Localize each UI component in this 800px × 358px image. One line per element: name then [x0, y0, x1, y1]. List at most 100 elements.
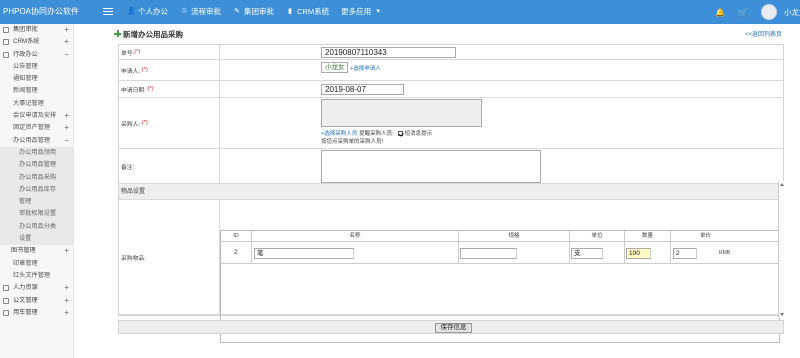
sidebar-item-events[interactable]: 大事记管理 [0, 98, 73, 110]
back-to-list-link[interactable]: <<返回列表页 [745, 29, 782, 38]
item-price-input[interactable]: 2 [673, 248, 697, 259]
item-unit-input[interactable]: 支 [571, 248, 603, 259]
menu-icon [3, 285, 9, 292]
note-textarea[interactable] [321, 150, 541, 183]
select-applicant-link[interactable]: +选择申请人 [350, 64, 381, 72]
form-row-buyer: 采购人: (*) +选择采购人员 提醒采购人员: 短消息提示 按您点采购单的采购… [119, 98, 783, 149]
expand-icon[interactable]: + [64, 122, 69, 134]
sidebar-item-admin-office[interactable]: 行政办公 − [0, 49, 73, 61]
item-spec-input[interactable] [460, 248, 517, 259]
date-label: 申请日期: (*) [119, 81, 220, 97]
page-title: 新增办公用品采购 [123, 30, 183, 39]
sidebar-item-crm[interactable]: CRM系统 + [0, 36, 73, 48]
main-content: 新增办公用品采购 <<返回列表页 单号: (*) 20190807110343 申… [75, 24, 800, 358]
topnav-group-approval[interactable]: ✎ 集团审批 [233, 6, 274, 17]
caret-down-icon: ▾ [376, 7, 380, 15]
form-row-number: 单号: (*) 20190807110343 [119, 45, 783, 60]
menu-icon [3, 309, 9, 316]
col-header-qty: 数量 [625, 231, 671, 241]
note-label: 备注: [119, 149, 220, 183]
sidebar-item-notices[interactable]: 通知管理 [0, 73, 73, 85]
sidebar-item-group-approval[interactable]: 集团审批 + [0, 24, 73, 36]
sms-checkbox[interactable] [397, 131, 403, 136]
expand-icon[interactable]: + [64, 295, 69, 307]
date-input[interactable]: 2019-08-07 [321, 84, 404, 95]
items-scrollbar[interactable] [778, 181, 784, 318]
expand-icon[interactable]: + [64, 24, 69, 36]
number-label: 单号: (*) [119, 45, 220, 59]
top-nav: 👤 个人办公 ♲ 流程审批 ✎ 集团审批 ▮ CRM系统 更多应用 ▾ [127, 6, 382, 17]
col-header-price: 单价 [699, 233, 711, 239]
add-icon [114, 30, 121, 37]
expand-icon[interactable]: + [64, 282, 69, 294]
topnav-more-apps[interactable]: 更多应用 ▾ [341, 6, 382, 17]
table-row: 2 笔 支 100 2 RMB [221, 242, 779, 264]
top-right-tools: 🔔 🛒 小龙女 [715, 0, 800, 24]
sidebar-item-hr[interactable]: 人力资源 + [0, 282, 73, 294]
col-header-spec: 规格 [459, 231, 570, 241]
applicant-label: 申请人: (*) [119, 60, 220, 80]
expand-icon[interactable]: + [64, 245, 69, 257]
items-table-header: ID 名称 规格 单位 数量 单价 [221, 231, 779, 242]
expand-icon[interactable]: + [64, 307, 69, 319]
sidebar-item-documents[interactable]: 公文管理 + [0, 295, 73, 307]
cart-icon[interactable]: 🛒 [738, 8, 748, 17]
menu-icon [3, 51, 9, 58]
sidebar-item-red-docs[interactable]: 红头文件管理 [0, 270, 73, 282]
topnav-crm[interactable]: ▮ CRM系统 [286, 6, 329, 17]
col-header-unit: 单位 [570, 231, 625, 241]
sidebar-item-office-supplies[interactable]: 办公用品管理 − [0, 135, 73, 147]
sidebar-item-supplies-requisition[interactable]: 办公用品领用 [0, 146, 73, 160]
item-id: 2 [234, 249, 238, 256]
menu-icon [3, 39, 9, 46]
sms-label: 短消息提示 [404, 131, 433, 137]
sidebar-item-news[interactable]: 新闻管理 [0, 85, 73, 97]
edit-icon: ✎ [234, 7, 240, 15]
save-button[interactable]: 保存信息 [435, 323, 472, 333]
sidebar-item-supplies-purchase[interactable]: 办公用品采购 [0, 171, 73, 184]
sidebar-item-supplies-stock[interactable]: 办公用品库存 [0, 183, 73, 197]
item-qty-input[interactable]: 100 [626, 248, 651, 259]
item-name-input[interactable]: 笔 [254, 248, 354, 259]
bell-icon[interactable]: 🔔 [715, 8, 725, 17]
menu-toggle-icon[interactable] [103, 6, 113, 16]
user-name[interactable]: 小龙女 [784, 7, 800, 18]
person-icon: 👤 [127, 7, 136, 15]
sidebar-item-approval-permissions[interactable]: 审批权限设置 [0, 208, 73, 221]
sidebar-item-seals[interactable]: 印章管理 [0, 258, 73, 270]
sidebar-item-books[interactable]: 图书管理 + [0, 245, 73, 257]
save-row: 保存信息 [118, 320, 784, 334]
flow-icon: ♲ [180, 7, 188, 15]
sidebar-item-announcements[interactable]: 公告管理 [0, 61, 73, 73]
menu-icon [3, 297, 9, 304]
sidebar-item-supplies-category-cont[interactable]: 设置 [0, 233, 73, 246]
form-row-date: 申请日期: (*) 2019-08-07 [119, 81, 783, 98]
sidebar-item-supplies-management[interactable]: 办公用品管理 [0, 159, 73, 172]
expand-icon[interactable]: + [64, 110, 69, 122]
buyer-hint: 按您点采购单的采购人员! [321, 139, 384, 145]
currency-label: RMB [719, 250, 731, 256]
collapse-icon[interactable]: − [64, 49, 69, 61]
sidebar-item-supplies-category[interactable]: 办公用品分类 [0, 220, 73, 234]
expand-icon[interactable]: + [64, 36, 69, 48]
sidebar-item-supplies-stock-cont[interactable]: 管理 [0, 196, 73, 209]
goods-label: 采购物品: [119, 200, 220, 314]
items-section-header: 物品设置 [119, 184, 783, 200]
collapse-icon[interactable]: − [64, 135, 69, 147]
sidebar-item-fixed-assets[interactable]: 固定资产管理 + [0, 122, 73, 134]
sidebar-item-vehicles[interactable]: 用车管理 + [0, 307, 73, 319]
col-header-id: ID [221, 231, 252, 241]
applicant-input[interactable]: 小龙女 [321, 62, 348, 73]
buyer-textarea[interactable] [321, 99, 482, 127]
avatar[interactable] [761, 4, 777, 20]
number-input[interactable]: 20190807110343 [321, 47, 456, 58]
sidebar: 集团审批 + CRM系统 + 行政办公 − 公告管理 通知管理 新闻管理 大事记管理 … [0, 24, 74, 358]
topnav-flow-approval[interactable]: ♲ 流程审批 [180, 6, 221, 17]
sidebar-item-meetings[interactable]: 会议申请及安排 + [0, 110, 73, 122]
app-logo: PHPOA协同办公软件 [3, 7, 80, 16]
form-row-applicant: 申请人: (*) 小龙女 +选择申请人 [119, 60, 783, 81]
form-row-note: 备注: [119, 149, 783, 184]
topnav-personal-office[interactable]: 👤 个人办公 [127, 6, 168, 17]
buyer-label: 采购人: (*) [119, 98, 220, 148]
chart-icon: ▮ [288, 7, 292, 15]
